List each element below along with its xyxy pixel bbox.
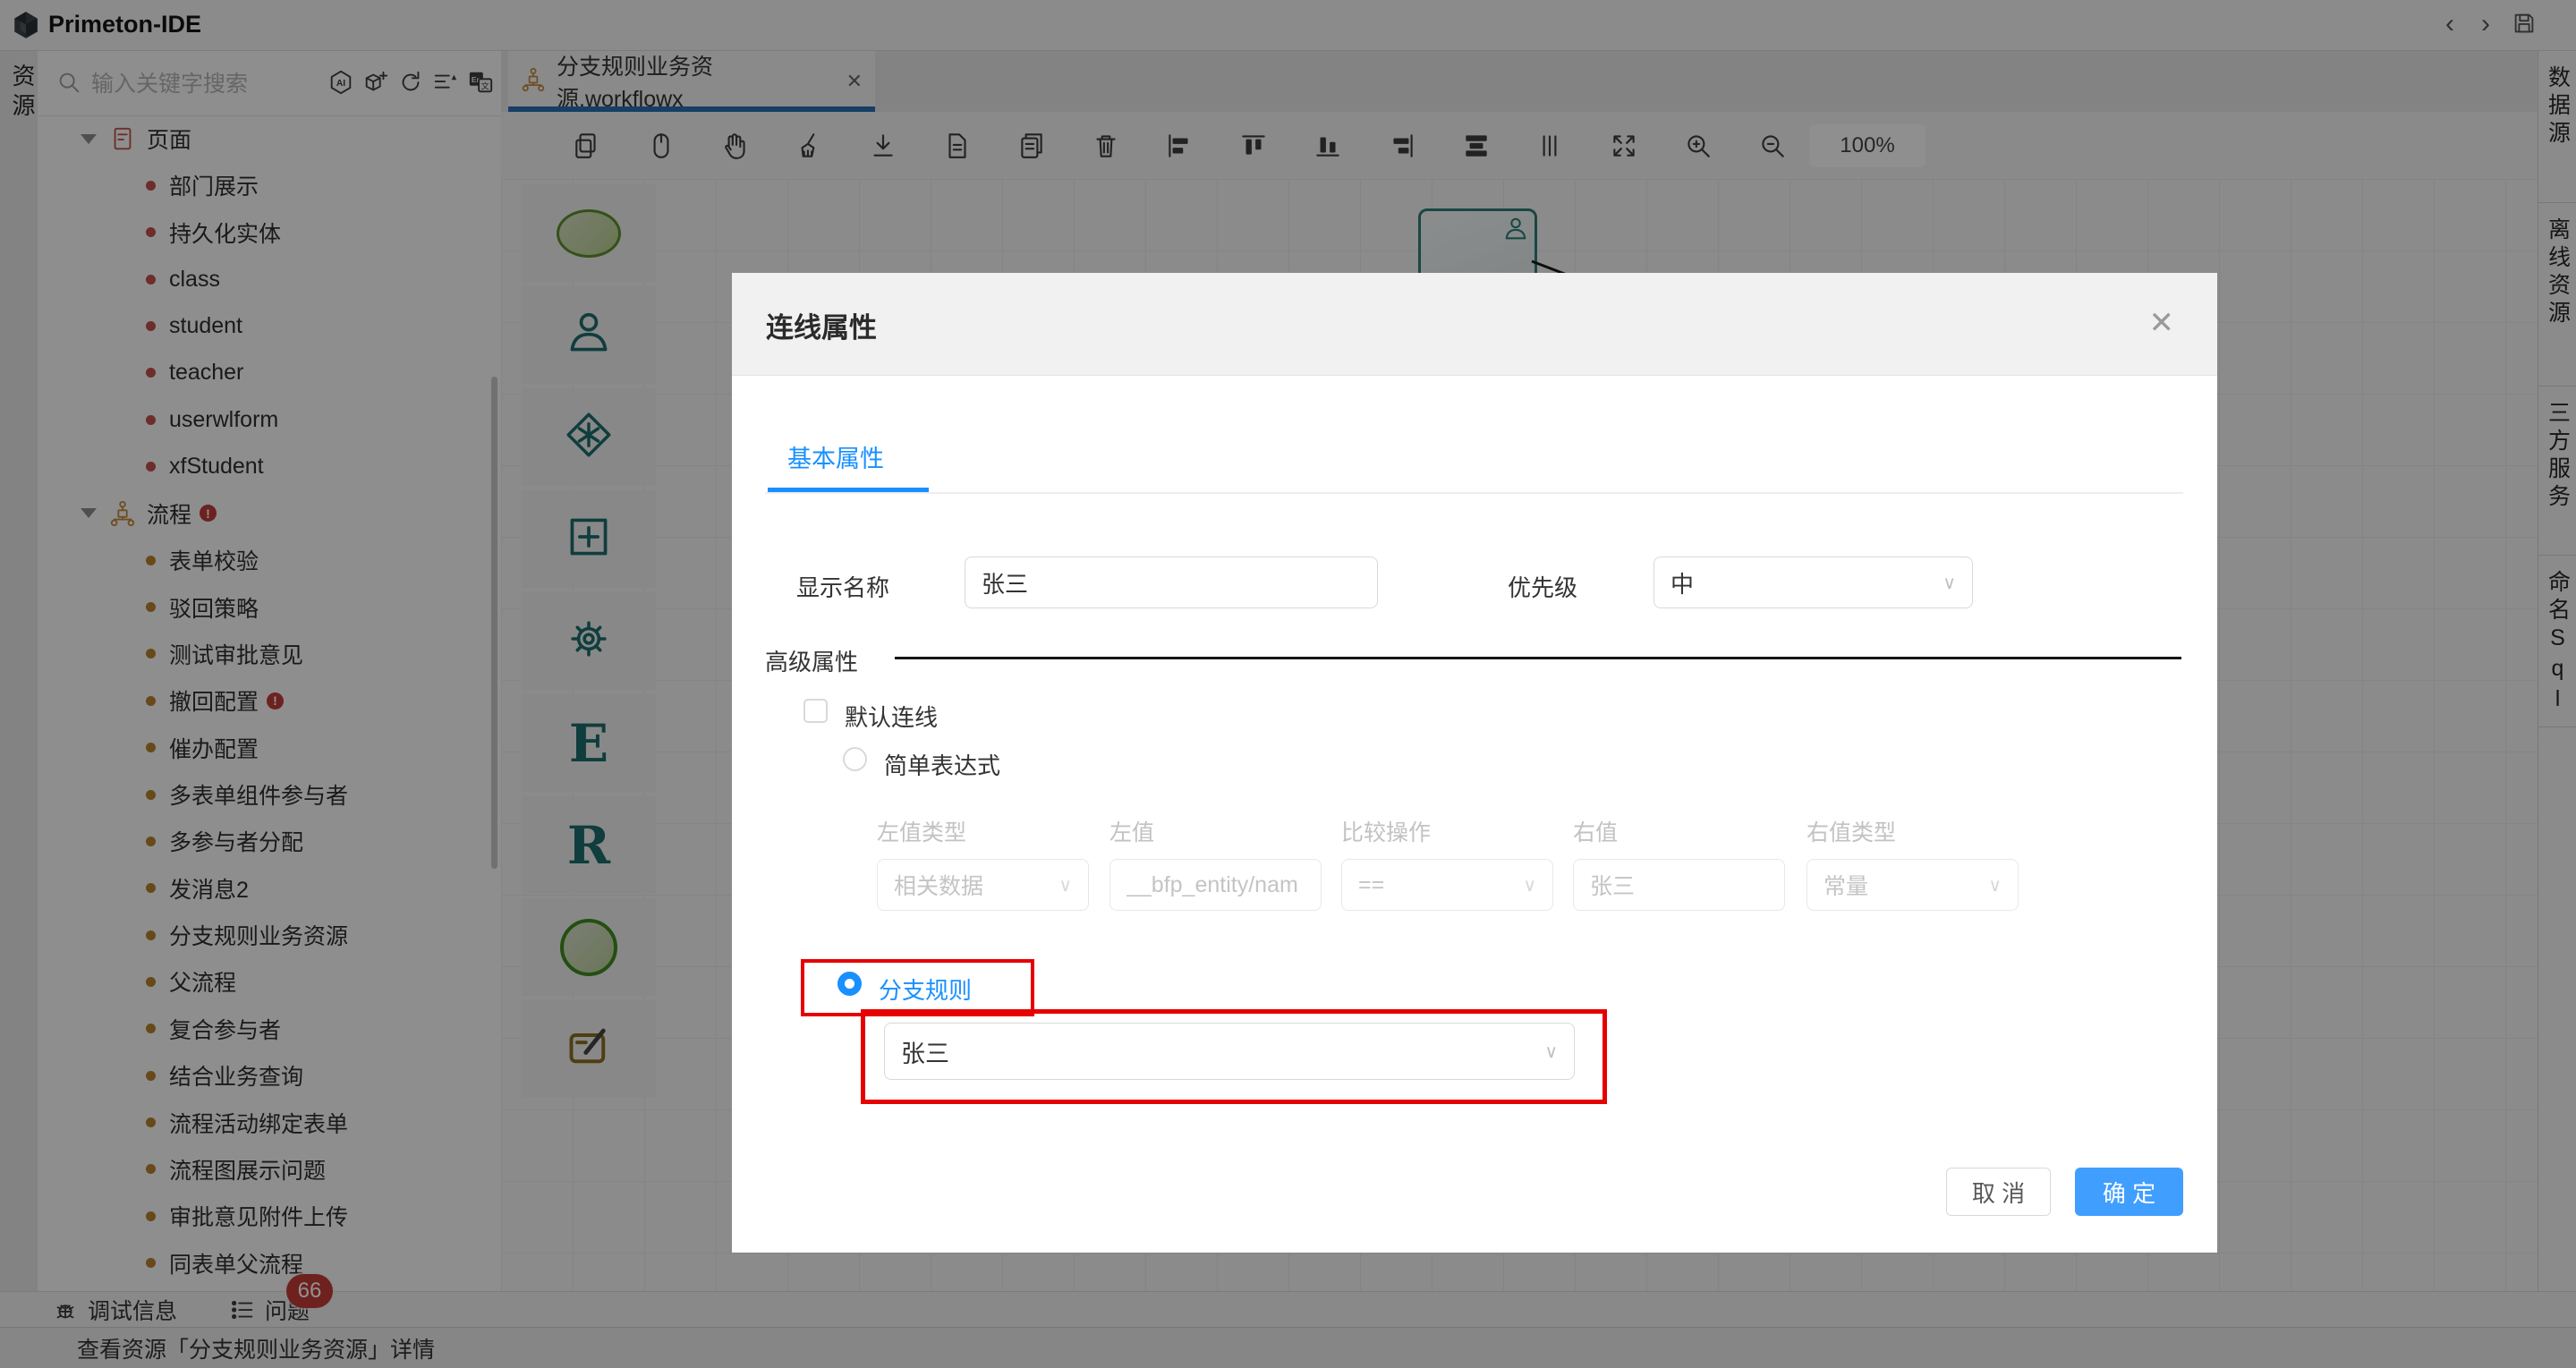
expression-field-input[interactable]: __bfp_entity/nam	[1109, 859, 1322, 911]
simple-expression-radio[interactable]	[843, 747, 867, 771]
advanced-section-label: 高级属性	[765, 649, 859, 676]
expression-field-label: 右值	[1573, 820, 1619, 845]
expression-field-label: 比较操作	[1341, 820, 1432, 845]
expression-field-label: 左值类型	[877, 820, 967, 845]
dialog-header: 连线属性 ✕	[732, 273, 2217, 376]
chevron-down-icon: ∨	[1058, 875, 1072, 896]
expression-field-value: ==	[1358, 871, 1385, 897]
display-name-input[interactable]: 张三	[965, 557, 1378, 608]
advanced-section-line	[895, 657, 2181, 659]
edge-properties-dialog: 连线属性 ✕ 基本属性 显示名称 张三 优先级 中 ∨ 高级属性 默认连线 简单…	[732, 273, 2217, 1253]
display-name-value: 张三	[982, 570, 1029, 598]
tab-divider-line	[765, 492, 2183, 494]
chevron-down-icon: ∨	[1523, 875, 1536, 896]
expression-field-value: 常量	[1824, 874, 1869, 899]
dialog-title: 连线属性	[766, 312, 877, 344]
expression-field-label: 右值类型	[1807, 820, 1897, 845]
branch-rule-select[interactable]: 张三 ∨	[884, 1023, 1575, 1080]
branch-rule-label: 分支规则	[879, 977, 973, 1004]
branch-rule-radio[interactable]	[837, 972, 862, 996]
branch-rule-value: 张三	[901, 1040, 949, 1067]
default-line-label: 默认连线	[845, 704, 939, 731]
expression-field-select[interactable]: 常量 ∨	[1807, 859, 2019, 911]
priority-select[interactable]: 中 ∨	[1654, 557, 1973, 608]
simple-expression-label: 简单表达式	[884, 752, 1001, 779]
cancel-button[interactable]: 取 消	[1946, 1168, 2051, 1216]
priority-value: 中	[1671, 570, 1695, 598]
tab-basic-properties[interactable]: 基本属性	[787, 439, 884, 474]
chevron-down-icon: ∨	[1943, 573, 1956, 593]
expression-field-label: 左值	[1109, 820, 1155, 845]
priority-label: 优先级	[1508, 574, 1578, 601]
expression-field-value: __bfp_entity/nam	[1126, 871, 1298, 897]
expression-field-select[interactable]: == ∨	[1341, 859, 1553, 911]
dialog-close-icon[interactable]: ✕	[2149, 305, 2175, 341]
expression-field-value: 相关数据	[894, 874, 984, 899]
display-name-label: 显示名称	[796, 574, 890, 601]
default-line-checkbox[interactable]	[803, 699, 828, 723]
ok-button[interactable]: 确 定	[2075, 1168, 2183, 1216]
chevron-down-icon: ∨	[1544, 1041, 1558, 1062]
expression-field-value: 张三	[1590, 874, 1636, 899]
app-screen: Primeton-IDE ‹ › 资源 AIEn文 页面部门展示持久化实体cla…	[0, 0, 2576, 1368]
chevron-down-icon: ∨	[1988, 875, 2002, 896]
expression-field-select[interactable]: 相关数据 ∨	[877, 859, 1089, 911]
expression-field-input[interactable]: 张三	[1573, 859, 1785, 911]
